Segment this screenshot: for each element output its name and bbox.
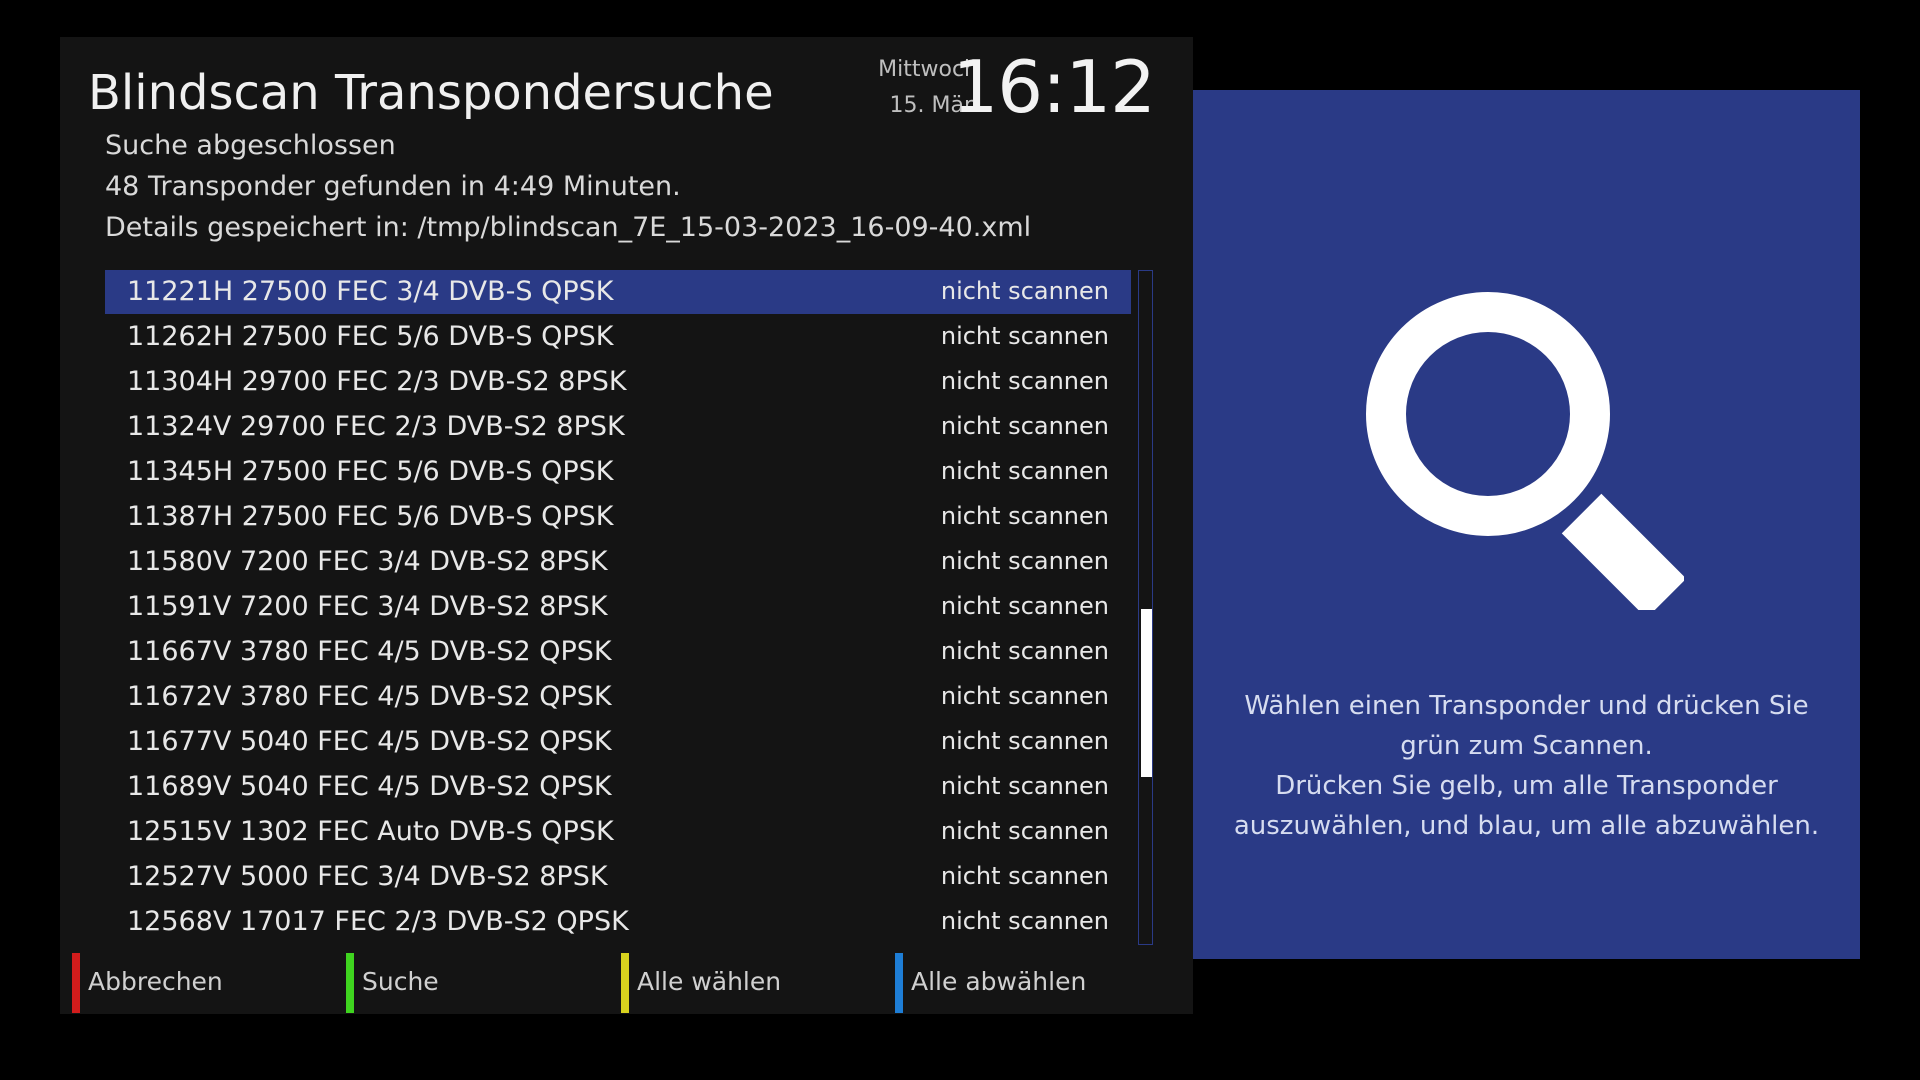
transponder-label: 11304H 29700 FEC 2/3 DVB-S2 8PSK: [127, 366, 627, 397]
scan-option[interactable]: nicht scannen: [941, 322, 1109, 350]
scan-option[interactable]: nicht scannen: [941, 817, 1109, 845]
scan-option[interactable]: nicht scannen: [941, 502, 1109, 530]
help-text-line-1: Wählen einen Transponder und drücken Sie…: [1244, 691, 1809, 761]
main-panel: Blindscan Transpondersuche Mittwoch 15. …: [60, 37, 1193, 1014]
blue-key-indicator: [895, 953, 903, 1013]
transponder-list: 11221H 27500 FEC 3/4 DVB-S QPSK nicht sca…: [105, 270, 1131, 945]
details-path: Details gespeichert in: /tmp/blindscan_7…: [105, 212, 1032, 243]
help-text-line-2: Drücken Sie gelb, um alle Transponder au…: [1233, 771, 1820, 841]
scrollbar[interactable]: [1138, 270, 1153, 945]
transponder-label: 11667V 3780 FEC 4/5 DVB-S2 QPSK: [127, 636, 612, 667]
list-item[interactable]: 11304H 29700 FEC 2/3 DVB-S2 8PSK nicht sc…: [105, 360, 1131, 404]
clock: 16:12: [952, 45, 1156, 129]
list-item[interactable]: 11591V 7200 FEC 3/4 DVB-S2 8PSK nicht sca…: [105, 585, 1131, 629]
list-item[interactable]: 11667V 3780 FEC 4/5 DVB-S2 QPSK nicht sca…: [105, 630, 1131, 674]
list-item[interactable]: 11324V 29700 FEC 2/3 DVB-S2 8PSK nicht sc…: [105, 405, 1131, 449]
scan-option[interactable]: nicht scannen: [941, 862, 1109, 890]
yellow-key-indicator: [621, 953, 629, 1013]
transponder-label: 11591V 7200 FEC 3/4 DVB-S2 8PSK: [127, 591, 608, 622]
list-item[interactable]: 11221H 27500 FEC 3/4 DVB-S QPSK nicht sca…: [105, 270, 1131, 314]
scan-option[interactable]: nicht scannen: [941, 682, 1109, 710]
scan-option[interactable]: nicht scannen: [941, 457, 1109, 485]
transponder-label: 12527V 5000 FEC 3/4 DVB-S2 8PSK: [127, 861, 608, 892]
list-item[interactable]: 12515V 1302 FEC Auto DVB-S QPSK nicht sca…: [105, 810, 1131, 854]
scan-option[interactable]: nicht scannen: [941, 592, 1109, 620]
help-text: Wählen einen Transponder und drücken Sie…: [1213, 686, 1840, 846]
scan-option[interactable]: nicht scannen: [941, 367, 1109, 395]
transponder-label: 12515V 1302 FEC Auto DVB-S QPSK: [127, 816, 614, 847]
transponder-label: 11324V 29700 FEC 2/3 DVB-S2 8PSK: [127, 411, 625, 442]
scan-option[interactable]: nicht scannen: [941, 727, 1109, 755]
transponder-label: 11677V 5040 FEC 4/5 DVB-S2 QPSK: [127, 726, 612, 757]
info-panel: Wählen einen Transponder und drücken Sie…: [1193, 90, 1860, 959]
scan-option[interactable]: nicht scannen: [941, 772, 1109, 800]
search-button-label: Suche: [362, 967, 439, 996]
cancel-button-label: Abbrechen: [88, 967, 223, 996]
magnifier-icon: [1366, 292, 1684, 610]
transponder-label: 11221H 27500 FEC 3/4 DVB-S QPSK: [127, 276, 614, 307]
list-item[interactable]: 12527V 5000 FEC 3/4 DVB-S2 8PSK nicht sca…: [105, 855, 1131, 899]
list-item[interactable]: 11677V 5040 FEC 4/5 DVB-S2 QPSK nicht sca…: [105, 720, 1131, 764]
transponder-label: 11387H 27500 FEC 5/6 DVB-S QPSK: [127, 501, 614, 532]
screen: Blindscan Transpondersuche Mittwoch 15. …: [0, 0, 1920, 1080]
result-summary: 48 Transponder gefunden in 4:49 Minuten.: [105, 171, 681, 202]
transponder-label: 11672V 3780 FEC 4/5 DVB-S2 QPSK: [127, 681, 612, 712]
list-item[interactable]: 11387H 27500 FEC 5/6 DVB-S QPSK nicht sca…: [105, 495, 1131, 539]
list-item[interactable]: 11672V 3780 FEC 4/5 DVB-S2 QPSK nicht sca…: [105, 675, 1131, 719]
status-message: Suche abgeschlossen: [105, 130, 396, 161]
transponder-label: 11689V 5040 FEC 4/5 DVB-S2 QPSK: [127, 771, 612, 802]
scan-option[interactable]: nicht scannen: [941, 547, 1109, 575]
page-title: Blindscan Transpondersuche: [88, 65, 774, 121]
transponder-label: 11345H 27500 FEC 5/6 DVB-S QPSK: [127, 456, 614, 487]
list-item[interactable]: 11689V 5040 FEC 4/5 DVB-S2 QPSK nicht sca…: [105, 765, 1131, 809]
list-item[interactable]: 11345H 27500 FEC 5/6 DVB-S QPSK nicht sca…: [105, 450, 1131, 494]
green-key-indicator: [346, 953, 354, 1013]
deselect-all-button-label: Alle abwählen: [911, 967, 1087, 996]
scrollbar-thumb[interactable]: [1141, 609, 1152, 777]
transponder-label: 12568V 17017 FEC 2/3 DVB-S2 QPSK: [127, 906, 629, 937]
scan-option[interactable]: nicht scannen: [941, 412, 1109, 440]
list-item[interactable]: 11262H 27500 FEC 5/6 DVB-S QPSK nicht sca…: [105, 315, 1131, 359]
select-all-button-label: Alle wählen: [637, 967, 782, 996]
transponder-label: 11580V 7200 FEC 3/4 DVB-S2 8PSK: [127, 546, 608, 577]
transponder-label: 11262H 27500 FEC 5/6 DVB-S QPSK: [127, 321, 614, 352]
scan-option[interactable]: nicht scannen: [941, 277, 1109, 305]
list-item[interactable]: 11580V 7200 FEC 3/4 DVB-S2 8PSK nicht sca…: [105, 540, 1131, 584]
red-key-indicator: [72, 953, 80, 1013]
scan-option[interactable]: nicht scannen: [941, 907, 1109, 935]
scan-option[interactable]: nicht scannen: [941, 637, 1109, 665]
list-item[interactable]: 12568V 17017 FEC 2/3 DVB-S2 QPSK nicht sc…: [105, 900, 1131, 944]
